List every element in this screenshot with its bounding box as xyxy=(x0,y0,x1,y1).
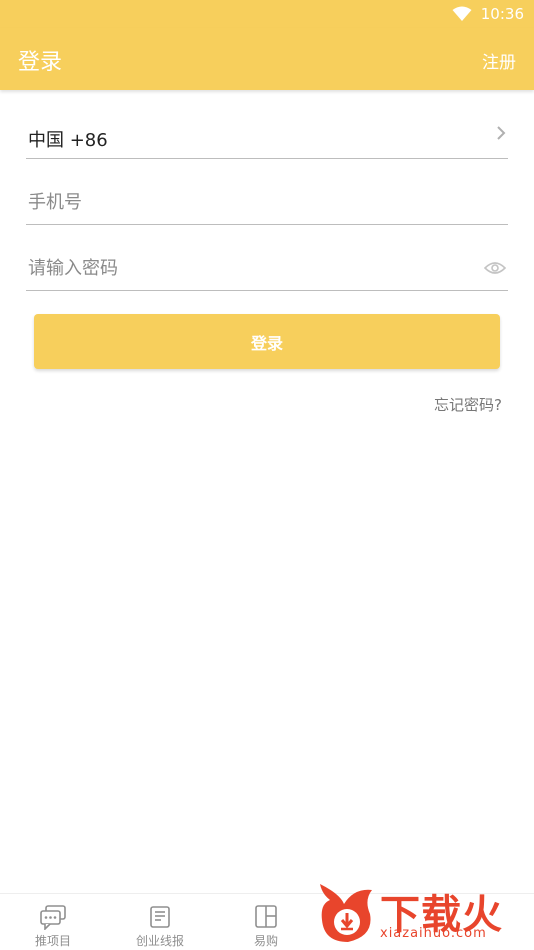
status-time: 10:36 xyxy=(480,5,524,23)
nav-label: 推项目 xyxy=(34,934,71,948)
nav-item-easy-buy[interactable]: 易购 xyxy=(216,894,316,950)
phone-field-wrapper xyxy=(26,180,508,225)
nav-label: 易购 xyxy=(253,934,278,948)
wifi-icon xyxy=(452,6,472,21)
nav-item-projects[interactable]: 推项目 xyxy=(3,894,103,950)
app-bar: 登录 注册 xyxy=(0,28,534,90)
country-code-label: 中国 +86 xyxy=(28,130,108,151)
register-button[interactable]: 注册 xyxy=(482,48,516,73)
flame-download-logo xyxy=(320,884,372,942)
forgot-password-link[interactable]: 忘记密码? xyxy=(434,394,502,415)
nav-item-startup-news[interactable]: 创业线报 xyxy=(110,894,210,950)
login-button[interactable]: 登录 xyxy=(34,314,500,369)
phone-input[interactable] xyxy=(26,180,470,224)
news-icon xyxy=(150,906,170,928)
watermark-site: xiazaihuo.com xyxy=(380,926,487,941)
page-title: 登录 xyxy=(18,50,63,75)
password-field-wrapper xyxy=(26,246,508,291)
password-input[interactable] xyxy=(26,246,470,290)
watermark: 下载火 xiazaihuo.com xyxy=(314,880,530,946)
chevron-right-icon xyxy=(497,126,506,140)
nav-label: 创业线报 xyxy=(135,934,184,948)
country-code-selector[interactable]: 中国 +86 xyxy=(26,114,508,159)
chat-bubbles-icon xyxy=(40,905,66,930)
grid-icon xyxy=(255,905,277,928)
eye-icon[interactable] xyxy=(484,260,506,276)
status-bar: 10:36 xyxy=(0,0,534,28)
